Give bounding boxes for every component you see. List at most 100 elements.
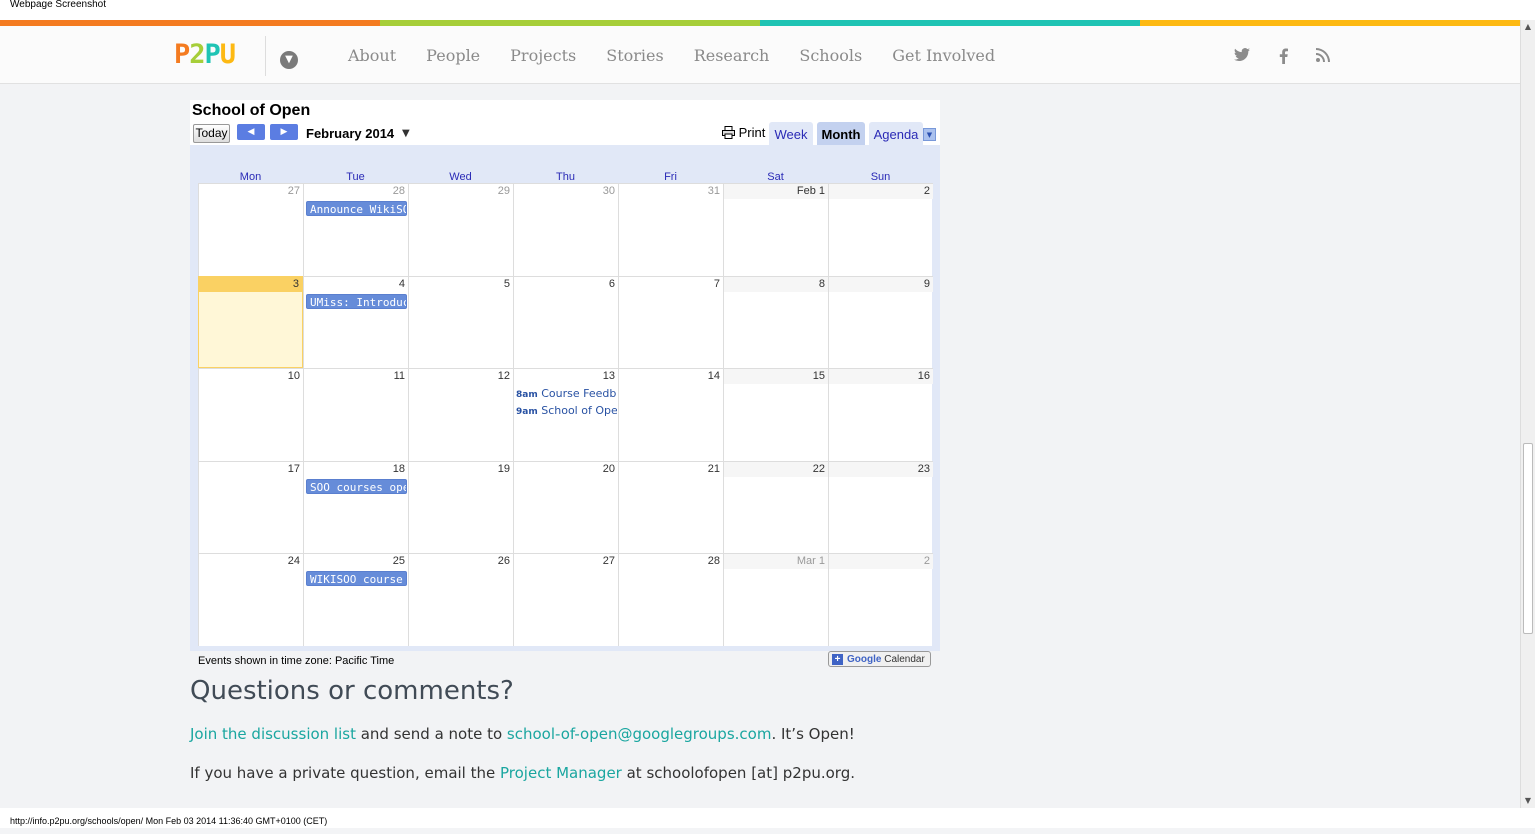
day-cell-header — [829, 554, 933, 569]
day-cell[interactable]: 15 — [723, 368, 828, 461]
month-label[interactable]: February 2014 — [306, 126, 394, 142]
discussion-list-link[interactable]: Join the discussion list — [190, 725, 356, 743]
calendar-event[interactable]: Announce WikiSOO — [306, 201, 407, 216]
facebook-icon[interactable] — [1279, 48, 1288, 67]
day-cell[interactable]: Feb 1 — [723, 183, 828, 276]
day-cell[interactable]: 8 — [723, 276, 828, 368]
day-cell-header — [724, 277, 828, 292]
day-cell[interactable]: 6 — [513, 276, 618, 368]
scroll-thumb[interactable] — [1523, 443, 1533, 634]
day-cell-header — [514, 277, 618, 292]
day-cell[interactable]: 31 — [618, 183, 723, 276]
day-cell[interactable]: 29 — [408, 183, 513, 276]
discussion-paragraph: Join the discussion list and send a note… — [190, 724, 855, 744]
nav-about[interactable]: About — [348, 45, 396, 67]
day-number: 28 — [707, 555, 720, 567]
tab-week[interactable]: Week — [769, 122, 813, 145]
paragraph-text: at schoolofopen [at] p2pu.org. — [621, 764, 855, 782]
next-month-icon[interactable]: ▶ — [270, 124, 298, 140]
day-cell[interactable]: 22 — [723, 461, 828, 553]
agenda-dropdown-icon[interactable]: ▼ — [923, 128, 936, 141]
day-cell[interactable]: 4 UMiss: Introduction — [303, 276, 408, 368]
day-cell[interactable]: 2 — [828, 183, 933, 276]
day-cell[interactable]: 25 WIKISOO course — [303, 553, 408, 646]
prev-month-icon[interactable]: ◀ — [237, 124, 265, 140]
day-cell[interactable]: 17 — [198, 461, 303, 553]
day-cell[interactable]: 27 — [198, 183, 303, 276]
week-row: 3 4 UMiss: Introduction 5 6 7 8 9 — [198, 276, 933, 368]
day-cell[interactable]: 21 — [618, 461, 723, 553]
nav-get-involved[interactable]: Get Involved — [892, 45, 995, 67]
day-cell-today[interactable]: 3 — [198, 276, 303, 368]
day-number: 24 — [287, 555, 300, 567]
day-number: 27 — [287, 185, 300, 197]
day-cell[interactable]: 11 — [303, 368, 408, 461]
tab-agenda[interactable]: Agenda — [869, 122, 923, 145]
day-cell[interactable]: 12 — [408, 368, 513, 461]
day-number: 30 — [602, 185, 615, 197]
scroll-up-icon[interactable]: ▲ — [1521, 20, 1535, 34]
tab-month[interactable]: Month — [817, 122, 865, 145]
day-cell[interactable]: 30 — [513, 183, 618, 276]
day-cell[interactable]: 28 Announce WikiSOO — [303, 183, 408, 276]
day-number: Feb 1 — [796, 185, 825, 197]
nav-projects[interactable]: Projects — [510, 45, 576, 67]
partially-hidden-text — [190, 84, 570, 90]
twitter-icon[interactable] — [1234, 48, 1250, 65]
day-number: 4 — [398, 278, 405, 290]
today-button[interactable]: Today — [193, 124, 230, 143]
day-cell[interactable]: 20 — [513, 461, 618, 553]
calendar-header: School of Open Today ◀ ▶ February 2014 ▼… — [190, 100, 940, 145]
logo-divider — [265, 36, 266, 76]
day-cell[interactable]: 138am Course Feedback9am School of Open — [513, 368, 618, 461]
chevron-down-icon[interactable]: ▼ — [280, 51, 298, 69]
day-cell[interactable]: 23 — [828, 461, 933, 553]
day-number: 27 — [602, 555, 615, 567]
day-cell[interactable]: 2 — [828, 553, 933, 646]
embedded-calendar: School of Open Today ◀ ▶ February 2014 ▼… — [190, 100, 940, 667]
calendar-event[interactable]: SOO courses open — [306, 479, 407, 494]
logo-letter-2: 2 — [189, 39, 205, 70]
day-cell[interactable]: 10 — [198, 368, 303, 461]
day-cell[interactable]: 7 — [618, 276, 723, 368]
day-number: 23 — [917, 463, 930, 475]
day-cell[interactable]: 9 — [828, 276, 933, 368]
day-cell[interactable]: 16 — [828, 368, 933, 461]
nav-people[interactable]: People — [426, 45, 480, 67]
add-to-google-calendar-button[interactable]: + Google Calendar — [828, 651, 931, 667]
nav-schools[interactable]: Schools — [799, 45, 862, 67]
day-cell[interactable]: Mar 1 — [723, 553, 828, 646]
event-title: School of Open — [541, 404, 617, 417]
day-number: 10 — [287, 370, 300, 382]
nav-research[interactable]: Research — [694, 45, 770, 67]
calendar-event[interactable]: 8am Course Feedback — [516, 386, 617, 401]
rss-icon[interactable] — [1316, 48, 1330, 65]
logo-letter-p1: P — [174, 39, 190, 70]
day-cell[interactable]: 14 — [618, 368, 723, 461]
day-number: 25 — [392, 555, 405, 567]
print-label: Print — [738, 125, 766, 140]
vertical-scrollbar[interactable]: ▲ ▼ — [1520, 20, 1535, 808]
day-cell[interactable]: 28 — [618, 553, 723, 646]
calendar-event[interactable]: UMiss: Introduction — [306, 294, 407, 309]
month-dropdown-icon[interactable]: ▼ — [402, 126, 410, 142]
nav-stories[interactable]: Stories — [606, 45, 663, 67]
print-button[interactable]: Print — [722, 125, 765, 141]
calendar-event[interactable]: 9am School of Open — [516, 403, 617, 418]
day-cell[interactable]: 24 — [198, 553, 303, 646]
p2pu-logo[interactable]: P2PU — [174, 39, 236, 70]
weekday-headers: Mon Tue Wed Thu Fri Sat Sun — [198, 170, 933, 184]
calendar-event[interactable]: WIKISOO course — [306, 571, 407, 586]
day-cell[interactable]: 19 — [408, 461, 513, 553]
logo-letter-p2: P — [204, 39, 221, 70]
day-cell-header — [619, 277, 723, 292]
week-row: 27 28 Announce WikiSOO 29 30 31 Feb 1 2 — [198, 183, 933, 276]
day-cell[interactable]: 5 — [408, 276, 513, 368]
day-cell[interactable]: 18 SOO courses open — [303, 461, 408, 553]
email-link[interactable]: school-of-open@googlegroups.com — [507, 725, 772, 743]
day-number: 2 — [923, 555, 930, 567]
scroll-down-icon[interactable]: ▼ — [1521, 794, 1535, 808]
day-cell[interactable]: 27 — [513, 553, 618, 646]
day-cell[interactable]: 26 — [408, 553, 513, 646]
project-manager-link[interactable]: Project Manager — [500, 764, 622, 782]
